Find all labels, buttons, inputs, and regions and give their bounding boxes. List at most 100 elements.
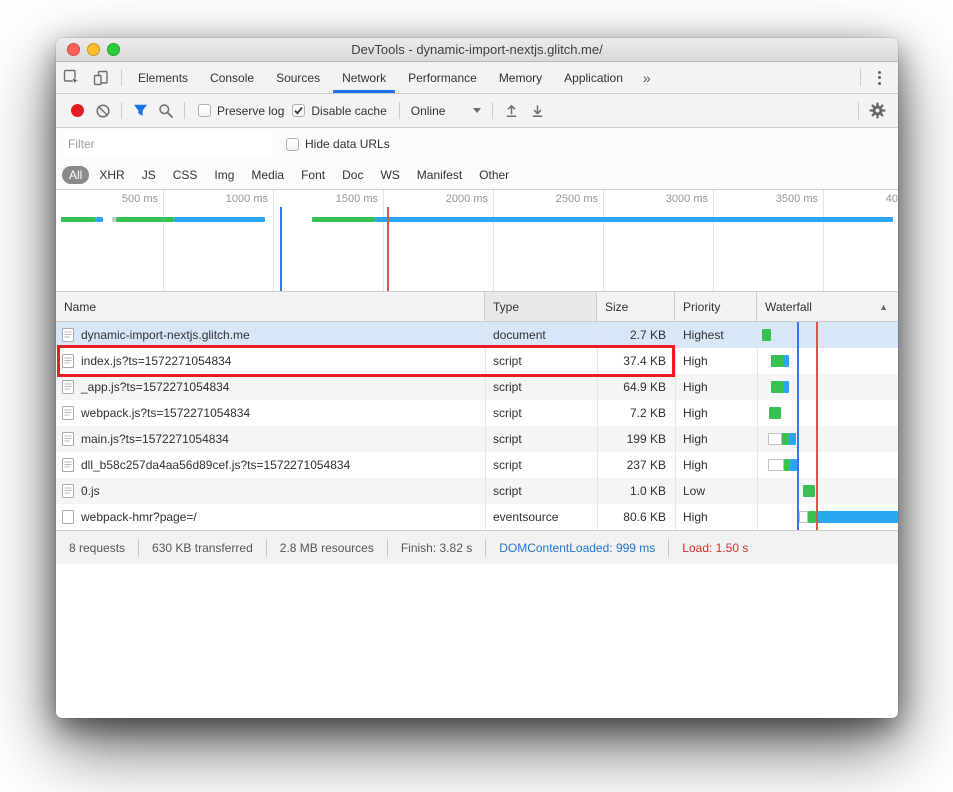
overview-activity-bar: [61, 217, 96, 222]
request-row-webpack-hmr[interactable]: webpack-hmr?page=/eventsource80.6 KBHigh: [56, 504, 898, 530]
network-overview-timeline[interactable]: 500 ms1000 ms1500 ms2000 ms2500 ms3000 m…: [56, 190, 898, 292]
network-table-body: dynamic-import-nextjs.glitch.me document 2…: [56, 322, 898, 530]
timeline-gridline: [603, 190, 604, 291]
timeline-gridline: [163, 190, 164, 291]
request-name: dll_b58c257da4aa56d89cef.js?ts=157227105…: [81, 458, 350, 472]
type-filter-all[interactable]: All: [62, 166, 89, 184]
close-window-button[interactable]: [67, 43, 80, 56]
script-file-icon: [62, 354, 74, 368]
cell-type: document: [485, 328, 597, 342]
column-header-type[interactable]: Type: [485, 292, 597, 321]
waterfall-bar-blue: [784, 381, 789, 393]
throttling-dropdown[interactable]: Online: [405, 104, 488, 118]
tab-console[interactable]: Console: [199, 62, 265, 93]
waterfall-bar-green: [808, 511, 816, 523]
request-name: webpack-hmr?page=/: [81, 510, 197, 524]
type-filter-js[interactable]: JS: [135, 166, 163, 184]
waterfall-bar-green: [782, 433, 789, 445]
divider: [184, 102, 185, 119]
zoom-window-button[interactable]: [107, 43, 120, 56]
overview-activity-bar: [312, 217, 375, 222]
request-row-main-js[interactable]: main.js?ts=1572271054834script199 KBHigh: [56, 426, 898, 452]
type-filter-img[interactable]: Img: [207, 166, 241, 184]
request-row-dynamic-import-nextjs-glitch-me[interactable]: dynamic-import-nextjs.glitch.medocument2…: [56, 322, 898, 348]
cell-type: script: [485, 458, 597, 472]
type-filter-ws[interactable]: WS: [373, 166, 406, 184]
preserve-log-checkbox[interactable]: [198, 104, 211, 117]
filter-input[interactable]: [64, 132, 272, 156]
tab-application[interactable]: Application: [553, 62, 634, 93]
request-row-index-js[interactable]: index.js?ts=1572271054834script37.4 KBHi…: [56, 348, 898, 374]
cell-name: dynamic-import-nextjs.glitch.me: [56, 328, 485, 342]
load-event-line: [816, 322, 818, 530]
filter-toggle-button[interactable]: [127, 98, 153, 124]
import-har-button[interactable]: [498, 98, 524, 124]
timeline-gridline: [273, 190, 274, 291]
request-name: main.js?ts=1572271054834: [81, 432, 229, 446]
cell-size: 199 KB: [597, 432, 675, 446]
column-header-waterfall[interactable]: Waterfall ▲: [757, 292, 898, 321]
cell-name: dll_b58c257da4aa56d89cef.js?ts=157227105…: [56, 458, 485, 472]
tab-elements[interactable]: Elements: [127, 62, 199, 93]
tab-memory[interactable]: Memory: [488, 62, 553, 93]
inspect-element-icon[interactable]: [56, 62, 86, 93]
cell-type: script: [485, 380, 597, 394]
overview-activity-bar: [96, 217, 103, 222]
column-header-label: Type: [493, 300, 519, 314]
timeline-tick-label: 4000 ms: [886, 193, 898, 205]
more-tabs-chevron-icon[interactable]: »: [634, 62, 660, 93]
column-header-name[interactable]: Name: [56, 292, 485, 321]
summary-finish: Finish: 3.82 s: [388, 541, 485, 555]
request-row-dll-b58c257da4aa56d89cef-js[interactable]: dll_b58c257da4aa56d89cef.js?ts=157227105…: [56, 452, 898, 478]
file-icon: [62, 510, 74, 524]
sort-ascending-icon: ▲: [879, 302, 888, 312]
type-filter-font[interactable]: Font: [294, 166, 332, 184]
tab-performance[interactable]: Performance: [397, 62, 488, 93]
disable-cache-checkbox[interactable]: [292, 104, 305, 117]
cell-priority: High: [675, 458, 757, 472]
type-filter-manifest[interactable]: Manifest: [410, 166, 469, 184]
request-row--app-js[interactable]: _app.js?ts=1572271054834script64.9 KBHig…: [56, 374, 898, 400]
network-settings-gear-icon[interactable]: [864, 98, 890, 124]
waterfall-bar-green: [762, 329, 771, 341]
divider: [858, 102, 859, 119]
type-filter-other[interactable]: Other: [472, 166, 516, 184]
cell-priority: High: [675, 354, 757, 368]
request-row-webpack-js[interactable]: webpack.js?ts=1572271054834script7.2 KBH…: [56, 400, 898, 426]
type-filter-media[interactable]: Media: [244, 166, 291, 184]
chevron-down-icon: [473, 108, 481, 113]
type-filter-css[interactable]: CSS: [166, 166, 205, 184]
column-header-priority[interactable]: Priority: [675, 292, 757, 321]
script-file-icon: [62, 406, 74, 420]
device-toolbar-icon[interactable]: [86, 62, 116, 93]
preserve-log-label: Preserve log: [217, 104, 284, 118]
request-row-0-js[interactable]: 0.jsscript1.0 KBLow: [56, 478, 898, 504]
waterfall-bar-wait: [799, 511, 808, 523]
request-name: dynamic-import-nextjs.glitch.me: [81, 328, 250, 342]
timeline-tick-label: 1500 ms: [336, 193, 378, 205]
script-file-icon: [62, 380, 74, 394]
network-table-header: Name Type Size Priority Waterfall ▲: [56, 292, 898, 322]
type-filter-xhr[interactable]: XHR: [92, 166, 131, 184]
record-network-log-button[interactable]: [64, 98, 90, 124]
type-filter-doc[interactable]: Doc: [335, 166, 370, 184]
column-header-label: Size: [605, 300, 628, 314]
clear-network-log-button[interactable]: [90, 98, 116, 124]
column-header-size[interactable]: Size: [597, 292, 675, 321]
script-file-icon: [62, 432, 74, 446]
cell-priority: High: [675, 432, 757, 446]
export-har-button[interactable]: [524, 98, 550, 124]
minimize-window-button[interactable]: [87, 43, 100, 56]
search-button[interactable]: [153, 98, 179, 124]
column-header-label: Waterfall: [765, 300, 812, 314]
timeline-tick-label: 3500 ms: [776, 193, 818, 205]
tab-network[interactable]: Network: [331, 62, 397, 93]
script-file-icon: [62, 458, 74, 472]
cell-waterfall: [757, 322, 898, 348]
hide-data-urls-checkbox[interactable]: [286, 138, 299, 151]
column-separator: [675, 322, 676, 530]
tab-sources[interactable]: Sources: [265, 62, 331, 93]
devtools-menu-icon[interactable]: [866, 62, 892, 93]
load-event-line: [387, 207, 389, 291]
cell-size: 237 KB: [597, 458, 675, 472]
